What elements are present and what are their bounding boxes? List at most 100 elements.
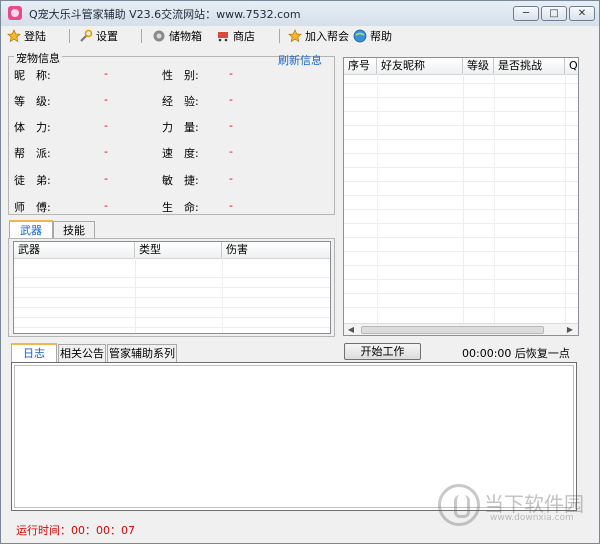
star-icon: [288, 29, 302, 43]
column-weapon[interactable]: 武器: [14, 242, 135, 258]
tab-helper-series[interactable]: 管家辅助系列: [107, 344, 177, 362]
toolbar: 登陆 设置 储物箱 商店 加入帮会 帮助: [1, 26, 599, 48]
login-button[interactable]: 登陆: [7, 28, 46, 44]
refresh-info-link[interactable]: 刷新信息: [278, 52, 322, 68]
scroll-right-icon[interactable]: ▶: [566, 326, 574, 334]
shop-label: 商店: [233, 30, 255, 43]
friend-list-hscrollbar[interactable]: ◀ ▶: [344, 323, 578, 335]
recover-timer: 00:00:00 后恢复一点: [462, 347, 570, 360]
tab-skill[interactable]: 技能: [53, 221, 95, 239]
tab-weapon[interactable]: 武器: [9, 220, 53, 240]
list-row: [344, 74, 578, 84]
friend-list[interactable]: 序号 好友昵称 等级 是否挑战 QQ ◀ ▶: [343, 57, 579, 336]
list-row: [14, 268, 330, 278]
gender-value: -: [229, 67, 233, 80]
help-globe-icon: [353, 29, 367, 43]
join-guild-button[interactable]: 加入帮会: [288, 28, 349, 44]
title-bar: Q宠大乐斗管家辅助 V23.6交流网站：www.7532.com ─ □ ✕: [1, 1, 599, 26]
maximize-button[interactable]: □: [541, 6, 567, 21]
weapon-list-header: 武器 类型 伤害: [14, 242, 330, 259]
watermark-logo-icon: [438, 484, 480, 526]
tab-announcements[interactable]: 相关公告: [58, 344, 106, 362]
stamina-value: -: [104, 119, 108, 132]
experience-value: -: [229, 93, 233, 106]
master-label: 师 傅:: [14, 201, 51, 214]
column-type[interactable]: 类型: [135, 242, 222, 258]
watermark: 当下软件园 www.downxia.com: [438, 484, 584, 529]
level-label: 等 级:: [14, 95, 51, 108]
weapon-list[interactable]: 武器 类型 伤害: [13, 241, 331, 334]
master-value: -: [104, 199, 108, 212]
agility-value: -: [229, 172, 233, 185]
apprentice-value: -: [104, 172, 108, 185]
storage-button[interactable]: 储物箱: [152, 28, 202, 44]
apprentice-label: 徒 弟:: [14, 174, 51, 187]
speed-label: 速 度:: [162, 147, 199, 160]
help-button[interactable]: 帮助: [353, 28, 392, 44]
list-row: [344, 200, 578, 210]
column-qq[interactable]: QQ: [565, 58, 578, 74]
join-guild-label: 加入帮会: [305, 30, 349, 43]
toolbar-separator: [69, 29, 70, 43]
settings-label: 设置: [96, 30, 118, 43]
login-label: 登陆: [24, 30, 46, 43]
toolbar-separator: [279, 29, 280, 43]
column-damage[interactable]: 伤害: [222, 242, 330, 258]
list-row: [344, 186, 578, 196]
watermark-url: www.downxia.com: [490, 513, 574, 523]
experience-label: 经 验:: [162, 95, 199, 108]
life-label: 生 命:: [162, 201, 199, 214]
runtime-status: 运行时间：00：00：07: [16, 524, 135, 537]
column-friend-nickname[interactable]: 好友昵称: [377, 58, 463, 74]
column-index[interactable]: 序号: [344, 58, 377, 74]
level-value: -: [104, 93, 108, 106]
column-challenged[interactable]: 是否挑战: [494, 58, 565, 74]
agility-label: 敏 捷:: [162, 174, 199, 187]
window-title: Q宠大乐斗管家辅助 V23.6交流网站：www.7532.com: [29, 8, 301, 21]
column-friend-level[interactable]: 等级: [463, 58, 494, 74]
nickname-value: -: [104, 67, 108, 80]
list-row: [14, 278, 330, 288]
pet-info-title: 宠物信息: [14, 50, 62, 66]
list-row: [344, 270, 578, 280]
strength-value: -: [229, 119, 233, 132]
list-row: [344, 102, 578, 112]
nickname-label: 昵 称:: [14, 69, 51, 82]
start-work-button[interactable]: 开始工作: [344, 343, 421, 360]
toolbar-separator: [141, 29, 142, 43]
life-value: -: [229, 199, 233, 212]
list-row: [14, 288, 330, 298]
minimize-button[interactable]: ─: [513, 6, 539, 21]
storage-label: 储物箱: [169, 30, 202, 43]
list-row: [344, 284, 578, 294]
log-tabstrip: 日志 相关公告 管家辅助系列: [11, 343, 181, 364]
list-row: [344, 172, 578, 182]
help-label: 帮助: [370, 30, 392, 43]
app-window: Q宠大乐斗管家辅助 V23.6交流网站：www.7532.com ─ □ ✕ 登…: [0, 0, 600, 544]
app-icon: [8, 6, 22, 20]
strength-label: 力 量:: [162, 121, 199, 134]
list-row: [344, 256, 578, 266]
guild-value: -: [104, 145, 108, 158]
list-row: [344, 242, 578, 252]
storage-icon: [152, 29, 166, 43]
list-row: [344, 158, 578, 168]
close-button[interactable]: ✕: [569, 6, 595, 21]
speed-value: -: [229, 145, 233, 158]
shop-button[interactable]: 商店: [216, 28, 255, 44]
shop-cart-icon: [216, 29, 230, 43]
scroll-left-icon[interactable]: ◀: [347, 326, 355, 334]
list-row: [344, 116, 578, 126]
friend-list-header: 序号 好友昵称 等级 是否挑战 QQ: [344, 58, 578, 75]
wrench-icon: [79, 29, 93, 43]
tab-log[interactable]: 日志: [11, 343, 57, 363]
list-row: [344, 88, 578, 98]
list-row: [344, 214, 578, 224]
list-row: [344, 298, 578, 308]
scroll-thumb[interactable]: [361, 326, 544, 334]
list-row: [14, 308, 330, 318]
guild-label: 帮 派:: [14, 147, 51, 160]
list-row: [344, 228, 578, 238]
settings-button[interactable]: 设置: [79, 28, 118, 44]
gender-label: 性 别:: [162, 69, 199, 82]
